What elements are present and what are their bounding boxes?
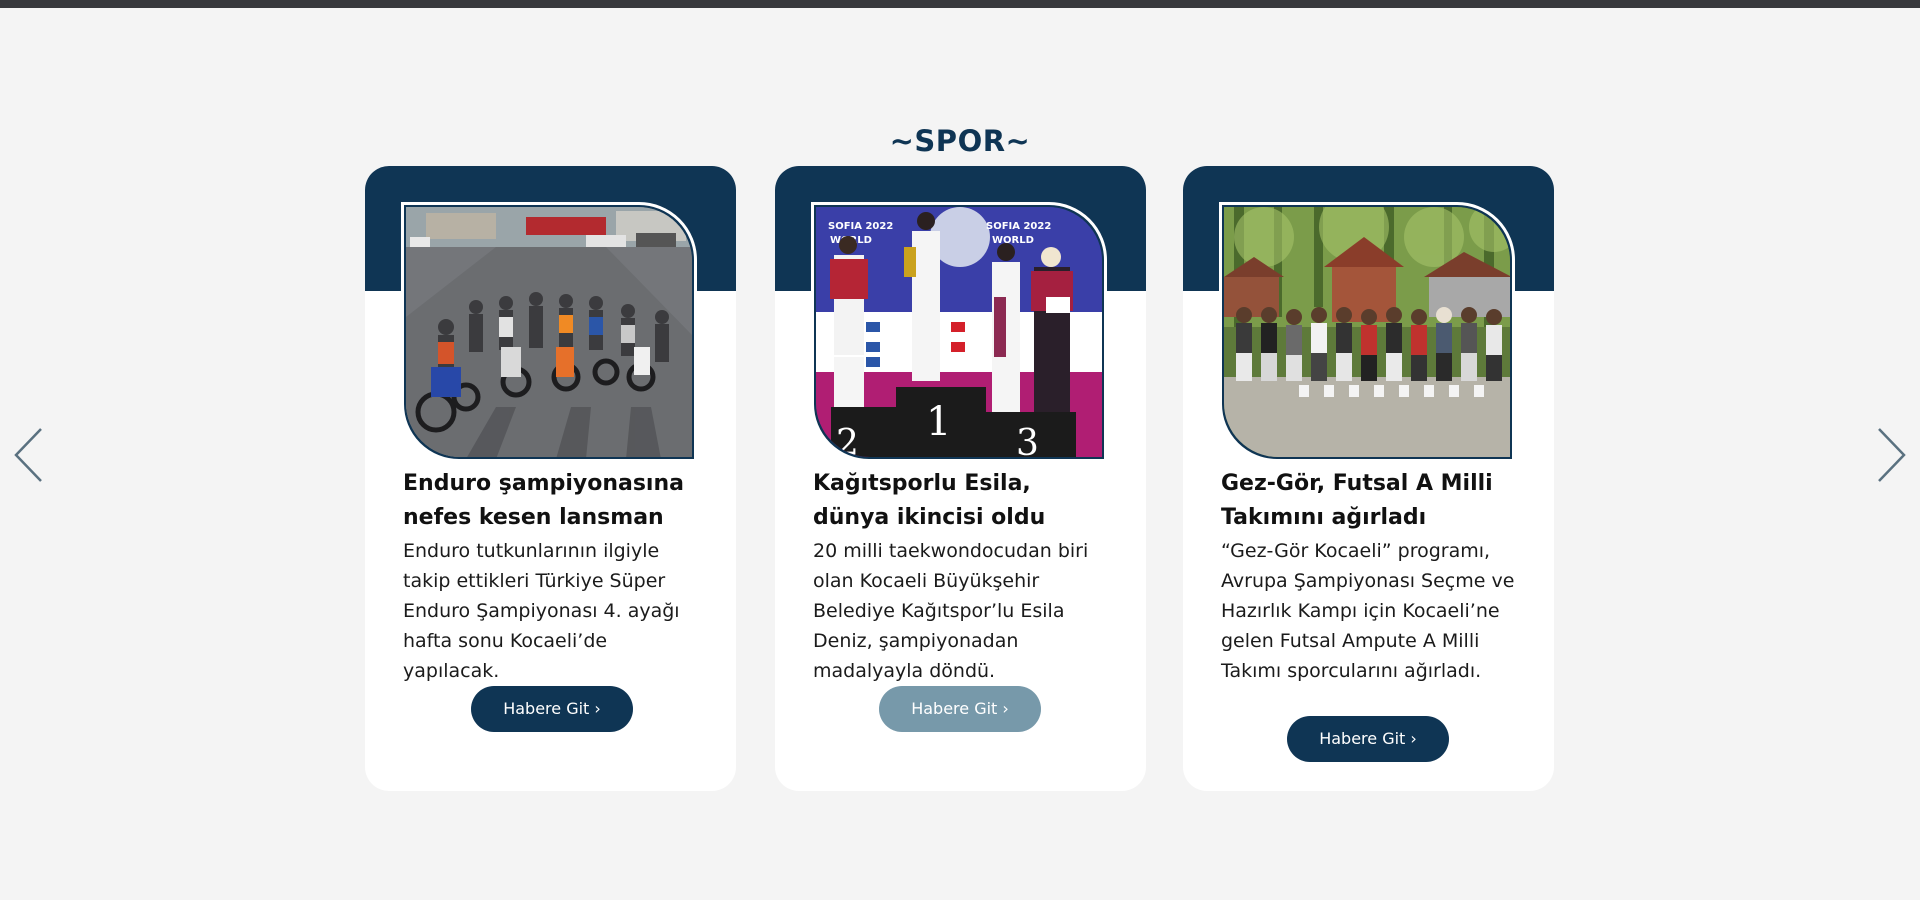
news-summary: Enduro tutkunlarının ilgiyle takip ettik…: [403, 540, 680, 682]
section-title: ~SPOR~: [889, 124, 1031, 158]
carousel-prev-button[interactable]: [10, 425, 50, 485]
chevron-left-icon: [14, 428, 42, 482]
svg-text:WORLD: WORLD: [992, 235, 1034, 246]
podium-third: 3: [1016, 423, 1039, 457]
news-image-taekwondo[interactable]: SOFIA 2022 WORLD SOFIA 2022 WORLD 2 1 3: [811, 202, 1107, 462]
news-card-enduro: Enduro şampiyonasına nefes kesen lansman…: [365, 166, 736, 791]
news-title[interactable]: Kağıtsporlu Esila, dünya ikincisi oldu: [813, 467, 1113, 535]
news-card-futsal: Gez-Gör, Futsal A Milli Takımını ağırlad…: [1183, 166, 1554, 791]
news-card-taekwondo: SOFIA 2022 WORLD SOFIA 2022 WORLD 2 1 3: [775, 166, 1146, 791]
news-summary: “Gez-Gör Kocaeli” programı, Avrupa Şampi…: [1221, 540, 1515, 682]
banner-left-text: SOFIA 2022: [828, 221, 893, 232]
carousel-next-button[interactable]: [1870, 425, 1910, 485]
news-title[interactable]: Gez-Gör, Futsal A Milli Takımını ağırlad…: [1221, 467, 1521, 535]
news-image-enduro[interactable]: [401, 202, 697, 462]
top-bar: [0, 0, 1920, 8]
news-summary: 20 milli taekwondocudan biri olan Kocael…: [813, 540, 1089, 682]
news-title[interactable]: Enduro şampiyonasına nefes kesen lansman: [403, 467, 703, 535]
read-more-button[interactable]: Habere Git ›: [1287, 716, 1449, 762]
chevron-right-icon: [1878, 428, 1906, 482]
read-more-button[interactable]: Habere Git ›: [471, 686, 633, 732]
banner-right-text: SOFIA 2022: [986, 221, 1051, 232]
podium-first: 1: [926, 399, 951, 445]
read-more-button[interactable]: Habere Git ›: [879, 686, 1041, 732]
podium-second: 2: [836, 423, 859, 457]
news-image-futsal[interactable]: [1219, 202, 1515, 462]
